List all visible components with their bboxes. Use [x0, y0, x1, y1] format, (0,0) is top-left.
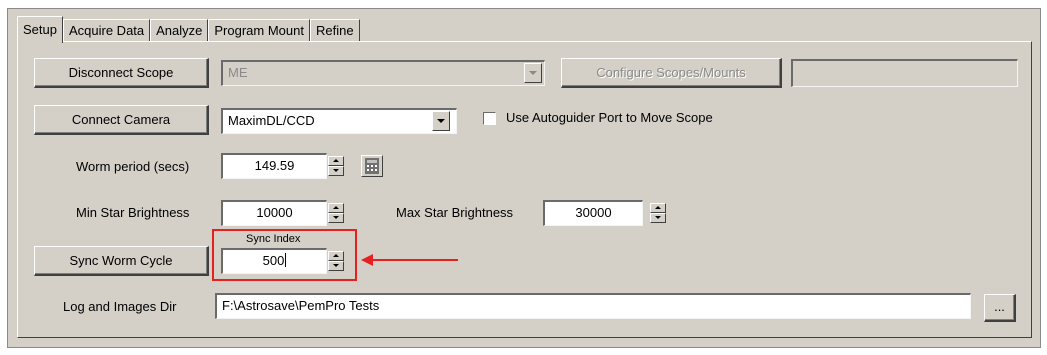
scope-select-value: ME: [228, 65, 248, 80]
spin-down-icon[interactable]: [328, 261, 344, 271]
browse-button[interactable]: ...: [984, 294, 1016, 322]
sync-index-spinner[interactable]: [328, 251, 344, 271]
tab-strip: Setup Acquire Data Analyze Program Mount…: [17, 16, 360, 43]
worm-period-spinner[interactable]: [328, 156, 344, 176]
worm-period-input[interactable]: 149.59: [221, 153, 327, 179]
scope-select[interactable]: ME: [221, 60, 545, 86]
spin-up-icon[interactable]: [328, 156, 344, 166]
annotation-arrow-line: [372, 259, 458, 261]
text-caret: [285, 253, 287, 267]
min-star-brightness-value: 10000: [256, 205, 293, 220]
max-star-brightness-input[interactable]: 30000: [543, 200, 643, 226]
spin-down-icon[interactable]: [650, 213, 666, 223]
max-star-brightness-value: 30000: [575, 205, 612, 220]
camera-dropdown-arrow-icon[interactable]: [432, 111, 450, 131]
scope-extra-field: [791, 59, 1018, 87]
log-images-dir-label: Log and Images Dir: [63, 299, 177, 314]
camera-select[interactable]: MaximDL/CCD: [221, 108, 457, 134]
log-images-dir-input[interactable]: F:\Astrosave\PemPro Tests: [215, 293, 971, 319]
spin-up-icon[interactable]: [650, 203, 666, 213]
spin-up-icon[interactable]: [328, 203, 344, 213]
configure-scopes-button[interactable]: Configure Scopes/Mounts: [561, 58, 782, 88]
tab-setup[interactable]: Setup: [17, 16, 63, 43]
camera-select-value: MaximDL/CCD: [228, 113, 315, 128]
connect-camera-button[interactable]: Connect Camera: [34, 105, 209, 135]
max-star-brightness-label: Max Star Brightness: [396, 205, 514, 220]
worm-period-label: Worm period (secs): [76, 159, 190, 174]
calculator-icon[interactable]: [361, 155, 383, 177]
tab-program-mount[interactable]: Program Mount: [208, 19, 310, 42]
spin-down-icon[interactable]: [328, 166, 344, 176]
max-star-brightness-spinner[interactable]: [650, 203, 666, 223]
spin-up-icon[interactable]: [328, 251, 344, 261]
calculator-icon-graphic: [365, 158, 379, 174]
autoguider-label: Use Autoguider Port to Move Scope: [506, 110, 713, 125]
min-star-brightness-spinner[interactable]: [328, 203, 344, 223]
sync-index-value: 500: [262, 253, 285, 268]
min-star-brightness-label: Min Star Brightness: [76, 205, 190, 220]
tab-acquire-data[interactable]: Acquire Data: [62, 19, 151, 42]
disconnect-scope-button[interactable]: Disconnect Scope: [34, 58, 209, 88]
spin-down-icon[interactable]: [328, 213, 344, 223]
tab-analyze[interactable]: Analyze: [150, 19, 209, 42]
log-images-dir-value: F:\Astrosave\PemPro Tests: [222, 298, 380, 313]
scope-dropdown-arrow-icon[interactable]: [524, 63, 542, 83]
tab-refine[interactable]: Refine: [309, 19, 360, 42]
worm-period-value: 149.59: [254, 158, 295, 173]
sync-worm-cycle-button[interactable]: Sync Worm Cycle: [34, 246, 209, 276]
sync-index-label: Sync Index: [246, 233, 301, 245]
autoguider-checkbox[interactable]: [483, 112, 496, 125]
min-star-brightness-input[interactable]: 10000: [221, 200, 327, 226]
sync-index-input[interactable]: 500: [221, 248, 327, 274]
